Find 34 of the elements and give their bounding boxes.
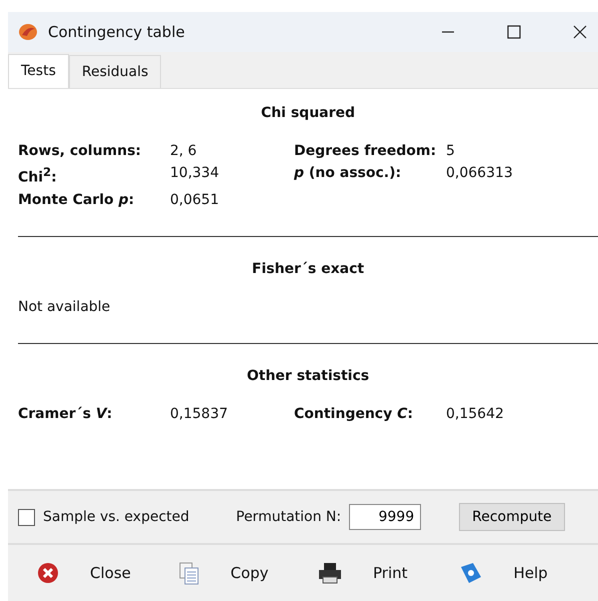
stat-value: 2, 6 [170,143,198,159]
tab[interactable]: Tests [8,54,69,88]
recompute-button[interactable]: Recompute [459,503,565,531]
stat-value: 0,066313 [446,165,514,183]
stat-value: 0,0651 [170,192,220,208]
stat-value: 10,334 [170,165,220,183]
stat-label: Degrees freedom: [294,143,438,159]
input-field[interactable]: 9999 [349,504,422,530]
close-icon[interactable] [572,24,588,40]
section-title: Fisher´s exact [250,260,366,277]
field-label: Permutation N: [236,509,342,525]
stat-label: Chi$^{2}$: [18,165,58,186]
stat-value: 0,15837 [170,406,229,422]
maximize-icon[interactable] [506,24,522,40]
tab[interactable]: Residuals [68,55,162,88]
action-label[interactable]: Print [373,564,408,582]
section-title: Chi squared [260,105,356,121]
checkbox[interactable] [18,508,35,526]
stat-value: 5 [446,143,456,159]
status-text: Not available [18,298,112,315]
copy-icon[interactable] [176,561,200,585]
stat-label: Rows, columns: [18,143,142,159]
stat-label: p (no assoc.): [294,165,402,183]
window-title: Contingency table [48,23,185,41]
action-label[interactable]: Close [90,564,131,582]
stat-value: 0,15642 [446,406,505,422]
stat-label: Cramer´s V: [18,406,114,422]
printer-icon[interactable] [317,561,343,585]
action-label[interactable]: Help [514,564,548,582]
stat-label: Monte Carlo p: [18,192,136,208]
stat-label: Contingency C: [294,406,414,422]
checkbox-label: Sample vs. expected [43,509,190,525]
action-label[interactable]: Copy [230,564,269,582]
section-title: Other statistics [246,368,370,384]
